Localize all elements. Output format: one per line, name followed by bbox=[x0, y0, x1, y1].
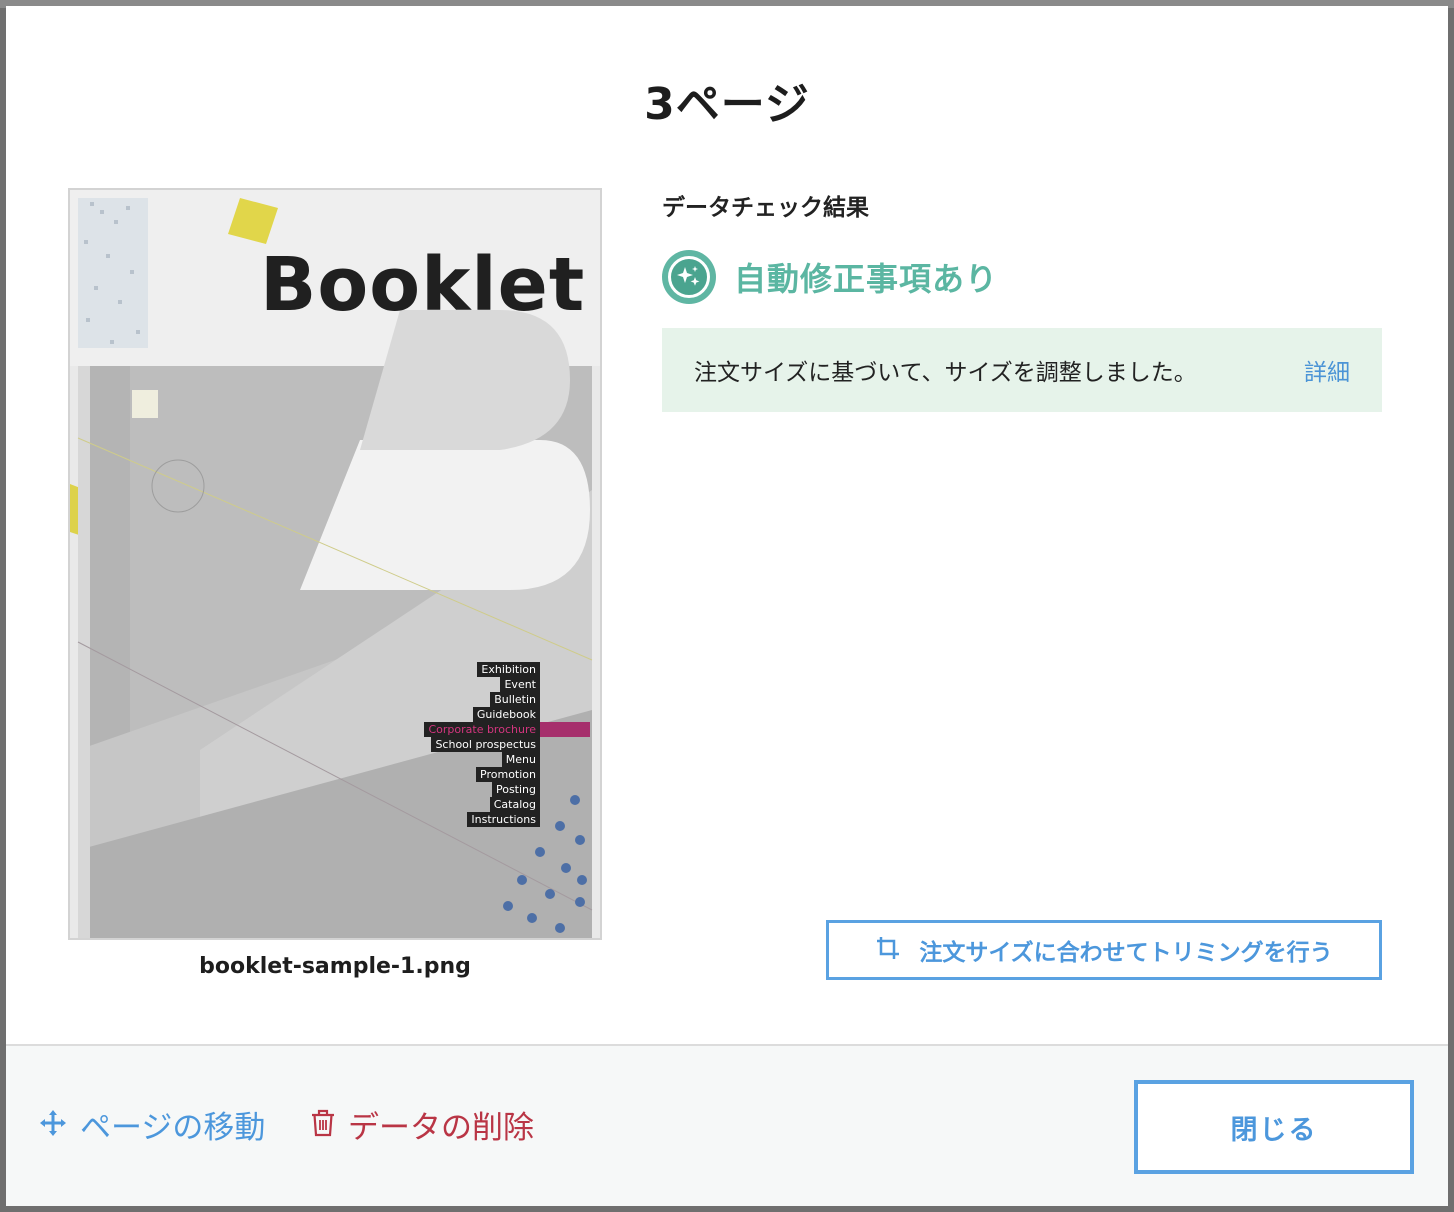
notice-text: 注文サイズに基づいて、サイズを調整しました。 bbox=[694, 360, 1197, 386]
data-check-heading: データチェック結果 bbox=[662, 195, 869, 221]
trash-icon bbox=[310, 1108, 336, 1142]
close-button[interactable]: 閉じる bbox=[1134, 1080, 1414, 1174]
detail-link[interactable]: 詳細 bbox=[1304, 353, 1350, 387]
cover-menu-item: Guidebook bbox=[472, 707, 540, 722]
page-thumbnail: Booklet Exhibition Event Bulletin Guideb… bbox=[68, 188, 602, 940]
cover-title: Booklet bbox=[260, 242, 586, 328]
cover-menu-item-highlight: Corporate brochure bbox=[424, 722, 590, 737]
dialog-title: 3ページ bbox=[644, 79, 810, 130]
cover-menu-item: Promotion bbox=[476, 767, 540, 782]
cover-menu-item: Bulletin bbox=[490, 692, 540, 707]
cover-menu-item: Posting bbox=[491, 782, 540, 797]
cover-menu-item: Catalog bbox=[489, 797, 540, 812]
delete-data-label: データの削除 bbox=[348, 1110, 534, 1146]
status-text: 自動修正事項あり bbox=[734, 260, 999, 298]
close-button-label: 閉じる bbox=[1230, 1114, 1318, 1146]
delete-data-button[interactable]: データの削除 bbox=[310, 1102, 534, 1147]
trim-button-label: 注文サイズに合わせてトリミングを行う bbox=[919, 940, 1333, 966]
trim-to-order-size-button[interactable]: 注文サイズに合わせてトリミングを行う bbox=[826, 920, 1382, 980]
move-page-label: ページの移動 bbox=[80, 1110, 266, 1146]
cover-menu-item: Event bbox=[500, 677, 540, 692]
auto-fix-notice: 注文サイズに基づいて、サイズを調整しました。 詳細 bbox=[662, 328, 1382, 412]
status-row: 自動修正事項あり bbox=[662, 248, 998, 306]
move-arrows-icon bbox=[38, 1108, 68, 1142]
cover-menu-item: Menu bbox=[501, 752, 540, 767]
sparkle-icon bbox=[662, 250, 716, 304]
cover-menu-item: School prospectus bbox=[431, 737, 540, 752]
crop-icon bbox=[875, 935, 901, 965]
cover-menu-item: Exhibition bbox=[477, 662, 540, 677]
cover-menu: Exhibition Event Bulletin Guidebook Corp… bbox=[424, 662, 590, 827]
cover-menu-item: Instructions bbox=[467, 812, 540, 827]
move-page-button[interactable]: ページの移動 bbox=[38, 1102, 265, 1147]
page-detail-dialog: 3ページ Booklet Exhibition Event Bulletin G… bbox=[6, 6, 1448, 1206]
file-name: booklet-sample-1.png bbox=[199, 954, 471, 979]
dialog-footer: ページの移動 データの削除 閉じる bbox=[6, 1044, 1448, 1206]
